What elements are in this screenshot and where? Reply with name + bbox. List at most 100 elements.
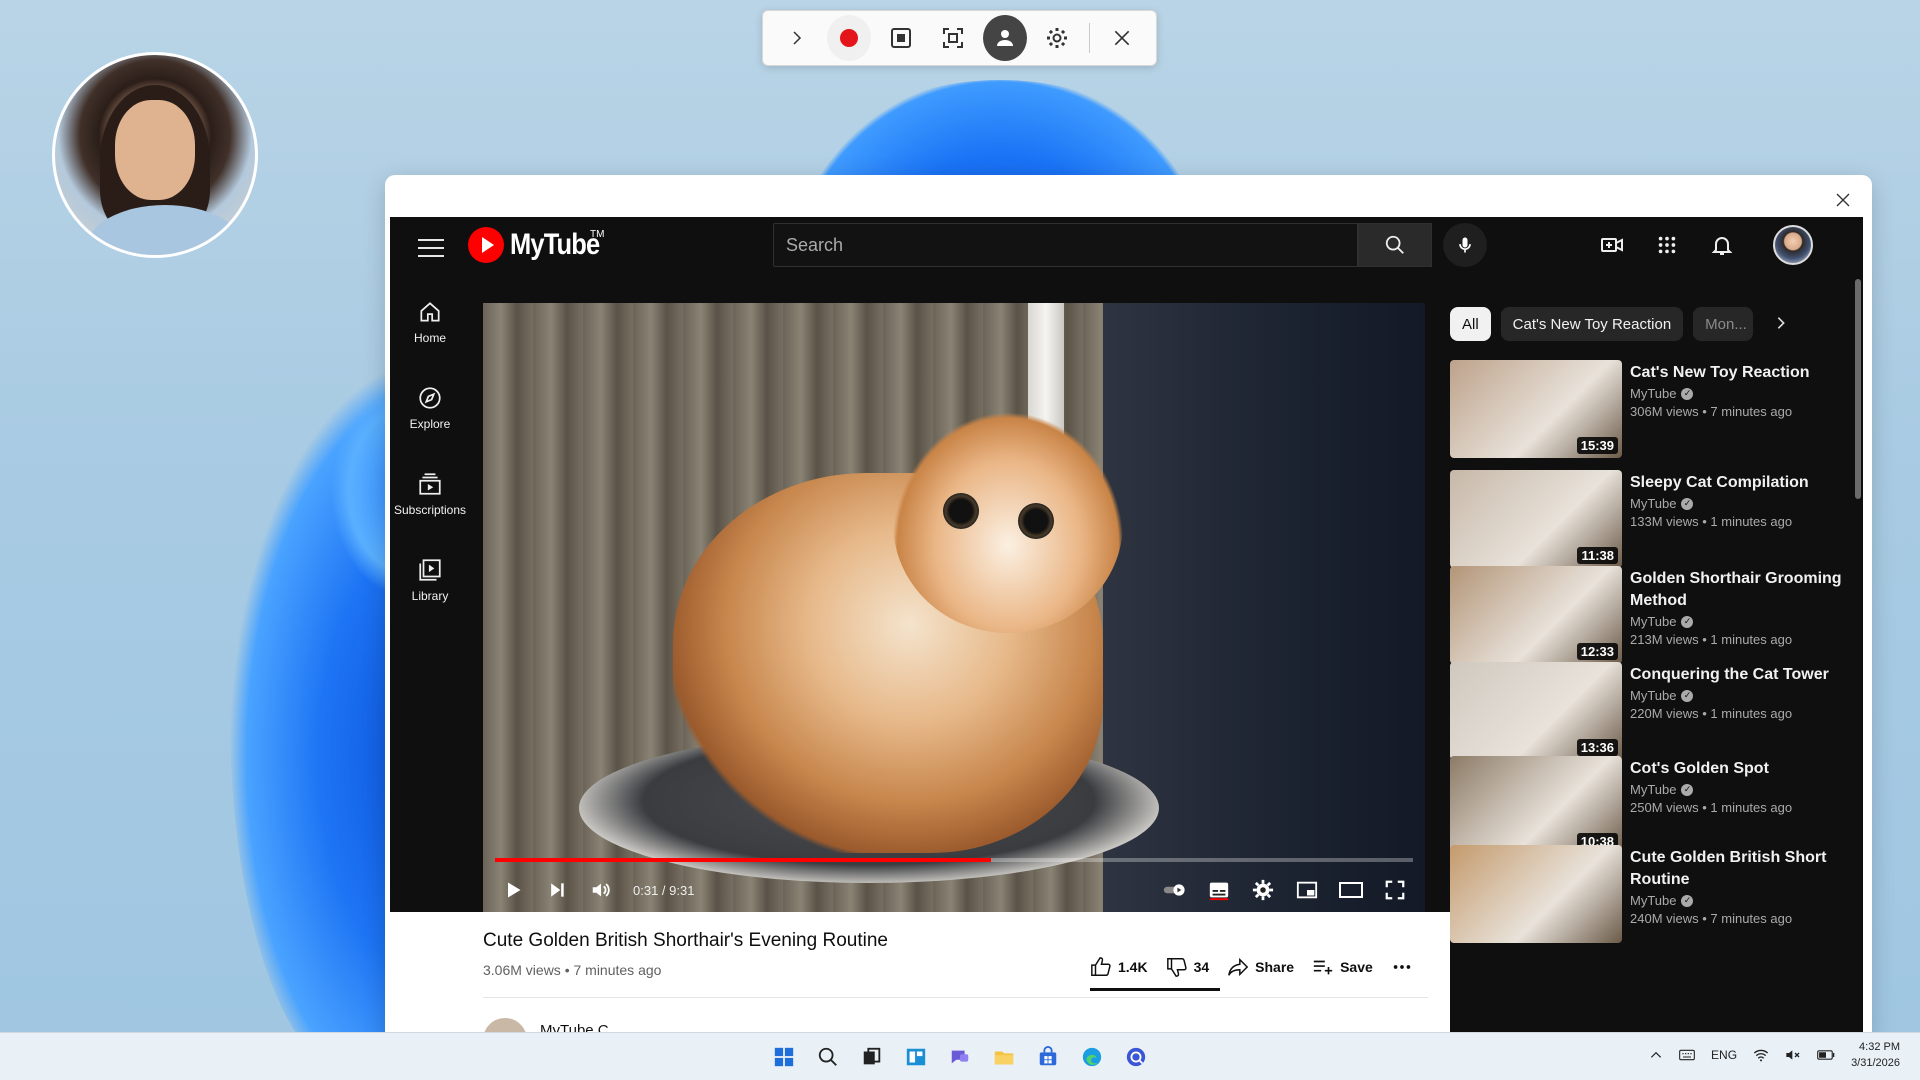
recommendation-channel[interactable]: MyTube ✓ (1630, 688, 1694, 703)
fullscreen-button[interactable] (1383, 878, 1407, 902)
compass-icon (419, 387, 441, 409)
recommendation-channel[interactable]: MyTube ✓ (1630, 386, 1694, 401)
menu-button[interactable] (418, 235, 444, 261)
start-button[interactable] (768, 1041, 800, 1073)
video-player[interactable]: 0:31 / 9:31 (483, 303, 1425, 912)
battery-icon[interactable] (1817, 1049, 1835, 1061)
video-frame-cat-eye (1018, 503, 1054, 539)
verified-check-icon: ✓ (1681, 387, 1694, 400)
video-info: Cute Golden British Shorthair's Evening … (390, 912, 1450, 1045)
window-close-button[interactable] (1828, 185, 1858, 215)
fullscreen-icon (1385, 880, 1405, 900)
share-icon (1228, 957, 1249, 977)
close-recorder-button[interactable] (1100, 15, 1144, 61)
video-thumbnail[interactable]: 10:38 (1450, 756, 1622, 854)
edge-button[interactable] (1076, 1041, 1108, 1073)
settings-button[interactable] (1035, 15, 1079, 61)
recommendation-title[interactable]: Conquering the Cat Tower (1630, 664, 1845, 686)
player-controls-right (1163, 878, 1407, 902)
chevron-up-icon[interactable] (1649, 1048, 1663, 1062)
rail-item-explore[interactable]: Explore (390, 365, 470, 451)
stop-square-icon (891, 28, 911, 48)
chip-all[interactable]: All (1450, 307, 1491, 341)
file-explorer-button[interactable] (988, 1041, 1020, 1073)
chips-next-button[interactable] (1773, 311, 1789, 337)
video-thumbnail[interactable] (1450, 845, 1622, 943)
thumbs-down-icon (1166, 958, 1187, 977)
autoplay-toggle[interactable] (1163, 878, 1187, 902)
recommendation-title[interactable]: Cat's New Toy Reaction (1630, 362, 1845, 384)
video-thumbnail[interactable]: 12:33 (1450, 566, 1622, 664)
video-frame-cat-head (893, 413, 1123, 633)
volume-button[interactable] (589, 878, 613, 902)
keyboard-icon[interactable] (1679, 1048, 1695, 1062)
store-button[interactable] (1032, 1041, 1064, 1073)
recommendation-meta: 220M views • 1 minutes ago (1630, 706, 1793, 721)
recommendation-channel[interactable]: MyTube ✓ (1630, 614, 1694, 629)
dislike-button[interactable]: 34 (1166, 956, 1209, 978)
video-thumbnail[interactable]: 15:39 (1450, 360, 1622, 458)
rail-item-home[interactable]: Home (390, 279, 470, 365)
rail-item-subscriptions[interactable]: Subscriptions (390, 451, 470, 537)
clock-time: 4:32 PM (1859, 1041, 1900, 1053)
taskbar-search-button[interactable] (812, 1041, 844, 1073)
like-button[interactable]: 1.4K (1090, 956, 1148, 978)
rail-item-library[interactable]: Library (390, 537, 470, 623)
recommendation-title[interactable]: Sleepy Cat Compilation (1630, 472, 1845, 494)
recommendation-channel[interactable]: MyTube ✓ (1630, 782, 1694, 797)
clock[interactable]: 4:32 PM 3/31/2026 (1851, 1039, 1900, 1071)
widgets-button[interactable] (900, 1041, 932, 1073)
chat-button[interactable] (944, 1041, 976, 1073)
verified-check-icon: ✓ (1681, 894, 1694, 907)
scrollbar[interactable] (1855, 279, 1861, 499)
save-button[interactable]: Save (1312, 956, 1373, 978)
task-view-icon (863, 1047, 881, 1065)
recorder-app-button[interactable] (1120, 1041, 1152, 1073)
stop-button[interactable] (879, 15, 923, 61)
record-button[interactable] (827, 15, 871, 61)
region-capture-icon (943, 28, 963, 48)
user-avatar[interactable] (1773, 225, 1813, 265)
clock-date: 3/31/2026 (1851, 1057, 1900, 1069)
microphone-icon (1459, 237, 1471, 253)
capture-region-button[interactable] (931, 15, 975, 61)
recorder-toolbar (762, 10, 1157, 66)
webcam-preview[interactable] (52, 52, 258, 258)
expand-button[interactable] (775, 15, 819, 61)
search-button[interactable] (1358, 223, 1432, 267)
next-button[interactable] (545, 878, 569, 902)
search-input[interactable]: Search (773, 223, 1358, 267)
duration-badge: 11:38 (1577, 547, 1618, 564)
apps-button[interactable] (1650, 228, 1684, 262)
voice-search-button[interactable] (1443, 223, 1487, 267)
chip-more[interactable]: Mon... (1693, 307, 1754, 341)
create-video-button[interactable] (1595, 228, 1629, 262)
divider (483, 997, 1428, 998)
subtitles-button[interactable] (1207, 878, 1231, 902)
recommendation-channel[interactable]: MyTube ✓ (1630, 893, 1694, 908)
share-button[interactable]: Share (1227, 956, 1294, 978)
notifications-button[interactable] (1705, 228, 1739, 262)
recommendation-meta: 133M views • 1 minutes ago (1630, 514, 1793, 529)
theater-mode-button[interactable] (1339, 878, 1363, 902)
recommendation-channel[interactable]: MyTube ✓ (1630, 496, 1694, 511)
language-indicator[interactable]: ENG (1711, 1048, 1737, 1062)
recommendation-title[interactable]: Golden Shorthair Grooming Method (1630, 568, 1845, 612)
recommendation-title[interactable]: Cute Golden British Short Routine (1630, 847, 1845, 891)
play-logo-icon (468, 227, 504, 263)
recommendation-title[interactable]: Cot's Golden Spot (1630, 758, 1845, 780)
video-thumbnail[interactable]: 11:38 (1450, 470, 1622, 568)
wifi-icon[interactable] (1753, 1048, 1769, 1062)
actions-underline (1090, 988, 1220, 991)
webcam-button[interactable] (983, 15, 1027, 61)
chip-cats-new-toy-reaction[interactable]: Cat's New Toy Reaction (1500, 307, 1684, 341)
settings-button[interactable] (1251, 878, 1275, 902)
progress-bar[interactable] (495, 858, 1413, 862)
task-view-button[interactable] (856, 1041, 888, 1073)
play-button[interactable] (501, 878, 525, 902)
logo[interactable]: MyTube TM (468, 227, 615, 263)
miniplayer-button[interactable] (1295, 878, 1319, 902)
volume-muted-icon[interactable] (1785, 1048, 1801, 1062)
more-actions-button[interactable] (1391, 956, 1413, 978)
video-thumbnail[interactable]: 13:36 (1450, 662, 1622, 760)
